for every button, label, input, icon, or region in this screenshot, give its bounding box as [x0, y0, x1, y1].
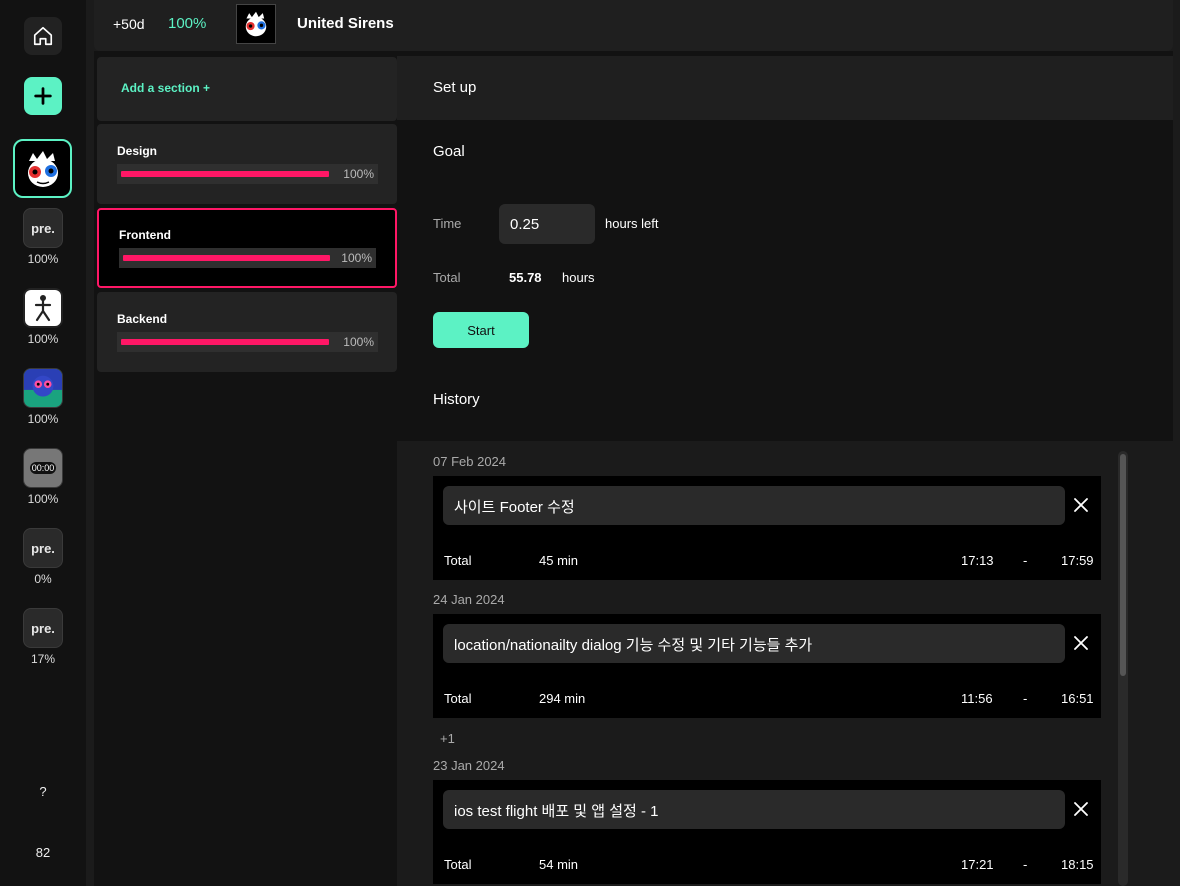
total-label: Total — [433, 270, 461, 285]
project-item[interactable]: pre. — [23, 608, 63, 648]
history-date: 07 Feb 2024 — [433, 454, 507, 469]
close-icon — [1074, 636, 1088, 650]
history-title: History — [433, 391, 480, 408]
help-button[interactable]: ? — [0, 784, 86, 799]
plus-icon — [34, 87, 52, 105]
entry-title[interactable]: ios test flight 배포 및 앱 설정 - 1 — [443, 790, 1065, 829]
project-item[interactable] — [23, 288, 63, 328]
project-label: pre. — [31, 540, 55, 556]
entry-total-label: Total — [444, 553, 472, 568]
project-percent: 100% — [27, 492, 59, 506]
project-item[interactable]: pre. — [23, 208, 63, 248]
entry-title[interactable]: 사이트 Footer 수정 — [443, 486, 1065, 525]
home-icon — [33, 26, 53, 46]
scrollbar-thumb[interactable] — [1120, 454, 1126, 676]
delete-entry-button[interactable] — [1071, 633, 1091, 653]
section-progress-fill — [121, 171, 329, 177]
entry-start-time: 17:13 — [961, 553, 994, 568]
setup-header: Set up — [397, 56, 1173, 120]
mascot-icon — [24, 369, 62, 397]
setup-title: Set up — [433, 79, 477, 96]
section-card-design[interactable]: Design 100% — [97, 124, 397, 204]
project-item[interactable]: pre. — [23, 528, 63, 568]
section-name: Design — [117, 144, 158, 158]
close-icon — [1074, 802, 1088, 816]
section-progress-fill — [123, 255, 330, 261]
time-label: Time — [433, 216, 462, 231]
history-entry: 사이트 Footer 수정 Total 45 min 17:13 - 17:59 — [433, 476, 1101, 580]
entry-duration: 45 min — [539, 553, 579, 568]
project-label: pre. — [31, 620, 55, 636]
figure-icon — [34, 295, 52, 322]
section-name: Frontend — [119, 228, 171, 242]
total-hours-value: 55.78 — [509, 270, 542, 285]
section-progress-bar: 100% — [119, 248, 376, 268]
entry-total-label: Total — [444, 691, 472, 706]
entry-end-time: 17:59 — [1061, 553, 1094, 568]
entry-duration: 54 min — [539, 857, 579, 872]
left-rail: pre. 100% 100% 100% 00:00 100% pre. 0% p… — [0, 0, 86, 886]
entry-time-separator: - — [1023, 691, 1028, 706]
project-item[interactable] — [23, 368, 63, 408]
entry-end-time: 18:15 — [1061, 857, 1094, 872]
section-progress-bar: 100% — [117, 332, 378, 352]
history-date: 23 Jan 2024 — [433, 758, 505, 773]
entry-start-time: 17:21 — [961, 857, 994, 872]
home-button[interactable] — [24, 17, 62, 55]
entry-time-separator: - — [1023, 857, 1028, 872]
close-icon — [1074, 498, 1088, 512]
project-percent: 100% — [27, 332, 59, 346]
time-input[interactable] — [499, 204, 595, 244]
entry-title[interactable]: location/nationailty dialog 기능 수정 및 기타 기… — [443, 624, 1065, 663]
section-name: Backend — [117, 312, 168, 326]
project-percent: 100% — [27, 412, 59, 426]
section-progress-bar: 100% — [117, 164, 378, 184]
entry-time-separator: - — [1023, 553, 1028, 568]
project-percent: 0% — [34, 572, 52, 586]
top-bar: +50d 100% United Sirens — [94, 0, 1173, 51]
add-section-button[interactable]: Add a section + — [97, 57, 397, 121]
project-percent: 100% — [27, 252, 59, 266]
entry-total-label: Total — [444, 857, 472, 872]
siren-mascot-icon — [27, 150, 58, 187]
history-entry: location/nationailty dialog 기능 수정 및 기타 기… — [433, 614, 1101, 718]
sections-panel: Add a section + Design 100% Frontend 100… — [94, 51, 397, 886]
add-project-button[interactable] — [24, 77, 62, 115]
count-label: 82 — [35, 845, 51, 860]
section-percent: 100% — [343, 335, 374, 349]
timer-label: 00:00 — [29, 462, 57, 474]
entry-duration: 294 min — [539, 691, 586, 706]
main-panel: Set up Goal Time hours left Total 55.78 … — [397, 51, 1173, 886]
entry-end-time: 16:51 — [1061, 691, 1094, 706]
total-hours-unit: hours — [562, 270, 595, 285]
start-button[interactable]: Start — [433, 312, 529, 348]
section-progress-fill — [121, 339, 329, 345]
history-list[interactable]: 07 Feb 2024 사이트 Footer 수정 Total 45 min 1… — [397, 441, 1173, 886]
section-percent: 100% — [343, 167, 374, 181]
siren-mascot-icon — [245, 11, 267, 37]
goal-title: Goal — [433, 143, 465, 160]
history-scrollbar[interactable] — [1118, 451, 1128, 886]
history-entry: ios test flight 배포 및 앱 설정 - 1 Total 54 m… — [433, 780, 1101, 884]
project-item[interactable]: 00:00 — [23, 448, 63, 488]
project-percent: 17% — [30, 652, 56, 666]
section-card-frontend[interactable]: Frontend 100% — [97, 208, 397, 288]
section-card-backend[interactable]: Backend 100% — [97, 292, 397, 372]
delete-entry-button[interactable] — [1071, 495, 1091, 515]
add-section-label: Add a section + — [121, 81, 211, 95]
project-logo — [236, 4, 276, 44]
days-counter: +50d — [113, 16, 145, 32]
project-title: United Sirens — [297, 15, 394, 32]
entry-start-time: 11:56 — [961, 691, 993, 706]
hours-left-label: hours left — [605, 216, 659, 231]
section-percent: 100% — [341, 251, 372, 265]
more-entries-count[interactable]: +1 — [440, 731, 455, 746]
project-progress: 100% — [168, 15, 207, 32]
history-date: 24 Jan 2024 — [433, 592, 505, 607]
project-label: pre. — [31, 220, 55, 236]
project-united-sirens-avatar[interactable] — [13, 139, 72, 198]
delete-entry-button[interactable] — [1071, 799, 1091, 819]
